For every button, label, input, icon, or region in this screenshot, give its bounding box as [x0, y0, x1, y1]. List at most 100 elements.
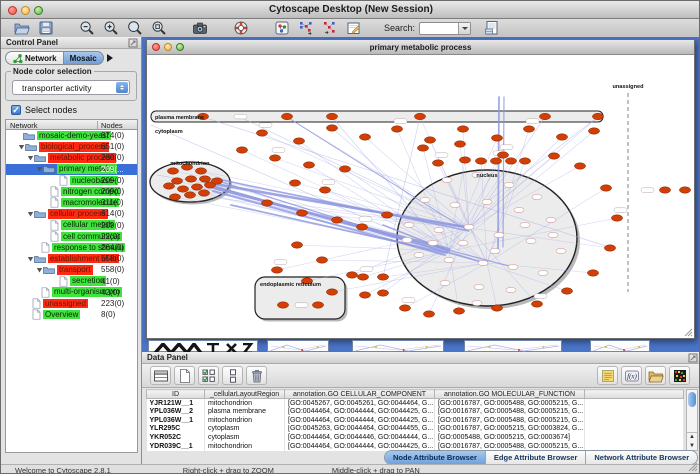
folder-icon: [25, 142, 37, 152]
background-window[interactable]: [352, 340, 444, 352]
tree-row[interactable]: cellular process614(0): [6, 208, 137, 219]
import-attributes-icon[interactable]: [645, 366, 666, 385]
close-window-button[interactable]: [8, 6, 17, 15]
table-row[interactable]: YPL036W__2plasma membrane[GO:0044464, GO…: [147, 407, 684, 416]
file-icon: [59, 175, 68, 186]
new-attribute-icon[interactable]: [174, 366, 195, 385]
minimize-view-button[interactable]: [164, 43, 172, 51]
background-window[interactable]: [590, 340, 650, 352]
function-builder-icon[interactable]: f(x): [621, 366, 642, 385]
tree-row[interactable]: metabolic process280(0): [6, 152, 137, 163]
search-dropdown-arrow-icon[interactable]: [458, 23, 470, 34]
tree-row[interactable]: biological_process651(0): [6, 141, 137, 152]
node-count: 22(0): [101, 232, 120, 241]
tab-mosaic[interactable]: Mosaic: [64, 51, 104, 65]
table-scrollbar[interactable]: ▲▼: [686, 389, 698, 451]
tree-row[interactable]: nitrogen compo209(0): [6, 186, 137, 197]
save-session-icon[interactable]: [35, 20, 56, 37]
tree-row[interactable]: nucleobase-209(0): [6, 175, 137, 186]
zoom-window-button[interactable]: [34, 6, 43, 15]
table-column-header[interactable]: ID: [147, 390, 205, 399]
file-icon: [50, 231, 59, 242]
expand-arrow-icon[interactable]: [27, 210, 34, 218]
table-row[interactable]: YKR052Ccytoplasm[GO:0044464, GO:0044446,…: [147, 433, 684, 442]
toolbar-group: [76, 20, 172, 37]
zoom-in-icon[interactable]: [100, 20, 121, 37]
zoom-out-icon[interactable]: [76, 20, 97, 37]
zoom-fit-icon[interactable]: [124, 20, 145, 37]
background-window[interactable]: [148, 340, 258, 352]
data-panel-title: Data Panel: [147, 353, 188, 362]
network-view-window[interactable]: primary metabolic process plasma membran…: [146, 39, 695, 339]
expand-arrow-icon[interactable]: [27, 255, 34, 263]
tree-row[interactable]: establishment of lo558(0): [6, 253, 137, 264]
folder-icon: [34, 209, 46, 219]
minimize-window-button[interactable]: [21, 6, 30, 15]
expand-arrow-icon[interactable]: [36, 165, 43, 173]
window-resize-grip[interactable]: [688, 462, 698, 472]
table-column-header[interactable]: [585, 390, 684, 399]
vizmapper-icon[interactable]: [271, 20, 292, 37]
zoom-view-button[interactable]: [176, 43, 184, 51]
search-text-field[interactable]: [421, 23, 457, 34]
attribute-table[interactable]: ID_cellularLayoutRegionannotation.GO CEL…: [146, 389, 684, 451]
node-color-dropdown[interactable]: transporter activity: [12, 80, 130, 95]
expand-arrow-icon[interactable]: [36, 266, 43, 274]
scrollbar-thumb[interactable]: [688, 392, 696, 407]
expand-arrow-icon[interactable]: [18, 143, 25, 151]
tab-network-attribute-browser[interactable]: Network Attribute Browser: [586, 451, 697, 464]
background-window[interactable]: [464, 340, 562, 352]
tree-row[interactable]: cellular metab209(0): [6, 220, 137, 231]
import-table-icon[interactable]: [481, 20, 502, 37]
tab-overflow-arrow-icon[interactable]: [107, 54, 117, 62]
tab-edge-attribute-browser[interactable]: Edge Attribute Browser: [486, 451, 586, 464]
search-input[interactable]: [419, 22, 471, 35]
select-nodes-checkbox[interactable]: ✓: [11, 105, 21, 115]
tree-row[interactable]: Overview8(0): [6, 309, 137, 320]
table-row[interactable]: YJR121W__1mitochondrion[GO:0045267, GO:0…: [147, 399, 684, 408]
select-nodes-label: Select nodes: [25, 105, 77, 115]
tree-row[interactable]: multi-organism pro42(0): [6, 287, 137, 298]
snapshot-icon[interactable]: [189, 20, 210, 37]
node-count: 264(0): [101, 243, 124, 252]
tree-row[interactable]: response to stimulu264(0): [6, 242, 137, 253]
float-panel-icon[interactable]: [128, 38, 138, 48]
select-attributes-icon[interactable]: [198, 366, 219, 385]
attribute-table-icon[interactable]: [150, 366, 171, 385]
notes-icon[interactable]: [597, 366, 618, 385]
table-column-header[interactable]: annotation.GO MOLECULAR_FUNCTION: [435, 390, 585, 399]
tree-row[interactable]: macromolecule311(0): [6, 197, 137, 208]
matrix-icon[interactable]: [669, 366, 690, 385]
scrollbar-arrows[interactable]: ▲▼: [687, 432, 697, 450]
float-data-panel-icon[interactable]: [688, 353, 698, 363]
node-count: 614(0): [101, 209, 124, 218]
table-row[interactable]: YPL036W__1mitochondrion[GO:0044464, GO:0…: [147, 416, 684, 425]
table-column-header[interactable]: _cellularLayoutRegion: [205, 390, 285, 399]
network-canvas[interactable]: plasma membranecytoplasmmitochondrionnuc…: [147, 55, 694, 338]
tab-node-attribute-browser[interactable]: Node Attribute Browser: [385, 451, 486, 464]
tree-row[interactable]: unassigned223(0): [6, 298, 137, 309]
tree-row[interactable]: primary metabo209(...: [6, 164, 137, 175]
merge-networks-alt-icon[interactable]: [319, 20, 340, 37]
table-cell: [585, 416, 684, 425]
open-file-icon[interactable]: [11, 20, 32, 37]
close-view-button[interactable]: [152, 43, 160, 51]
zoom-selected-icon[interactable]: [148, 20, 169, 37]
data-panel-header: Data Panel: [142, 352, 700, 364]
status-message: Right-click + drag to ZOOM: [183, 466, 274, 474]
expand-arrow-icon[interactable]: [27, 154, 34, 162]
table-row[interactable]: YLR295Ccytoplasm[GO:0045263, GO:0044464,…: [147, 425, 684, 434]
tree-row[interactable]: mosaic-demo-yeast874(0): [6, 130, 137, 141]
merge-networks-icon[interactable]: [295, 20, 316, 37]
tree-row[interactable]: cell communicat22(0): [6, 231, 137, 242]
table-column-header[interactable]: annotation.GO CELLULAR_COMPONENT: [285, 390, 435, 399]
tab-network[interactable]: Network: [5, 51, 64, 65]
help-lifering-icon[interactable]: [230, 20, 251, 37]
unselect-attributes-icon[interactable]: [222, 366, 243, 385]
background-window[interactable]: [267, 340, 329, 352]
tree-row[interactable]: secretion41(0): [6, 275, 137, 286]
delete-attribute-icon[interactable]: [246, 366, 267, 385]
tree-row[interactable]: transport558(0): [6, 264, 137, 275]
annotation-icon[interactable]: [343, 20, 364, 37]
network-window-titlebar[interactable]: primary metabolic process: [147, 40, 694, 55]
